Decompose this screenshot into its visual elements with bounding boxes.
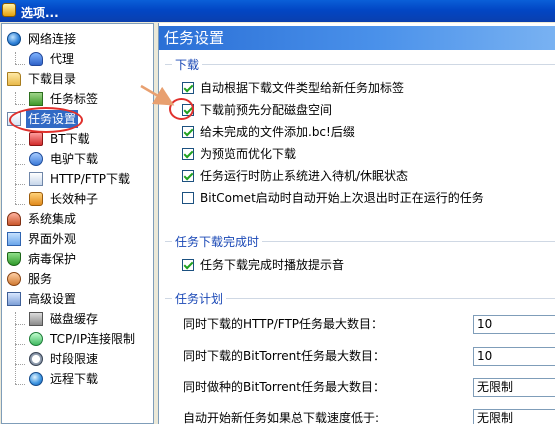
proxy-person-icon (29, 52, 43, 66)
title-bar: 选项... (0, 0, 555, 22)
emule-icon (29, 152, 43, 166)
advanced-icon (7, 292, 21, 306)
options-tree[interactable]: 网络连接 代理 下载目录 任务标签 任务设置 BT下载 电驴下载 HTTP/FT… (1, 23, 154, 424)
complete-group: 任务下载完成时 任务下载完成时播放提示音 (165, 233, 555, 282)
shield-icon (7, 252, 21, 266)
http-icon (29, 172, 43, 186)
tag-icon (29, 92, 43, 106)
app-icon (2, 3, 16, 17)
play-sound-checkbox[interactable] (182, 259, 194, 271)
remote-globe-icon (29, 372, 43, 386)
bt-seed-max-label: 同时做种的BitTorrent任务最大数目： (183, 380, 385, 394)
window-title: 选项... (21, 6, 59, 20)
resume-tasks-checkbox[interactable] (182, 192, 194, 204)
clock-icon (29, 352, 43, 366)
folder-icon (7, 72, 21, 86)
bt-download-max-input[interactable]: 10 (473, 347, 555, 366)
complete-group-title: 任务下载完成时 (172, 233, 263, 250)
annotation-circle (169, 98, 194, 120)
annotation-ellipse (9, 107, 83, 133)
schedule-group-title: 任务计划 (172, 290, 227, 307)
download-group: 下载 自动根据下载文件类型给新任务加标签 下载前预先分配磁盘空间 给未完成的文件… (165, 56, 555, 225)
download-group-title: 下载 (172, 56, 203, 73)
settings-panel: 任务设置 下载 自动根据下载文件类型给新任务加标签 下载前预先分配磁盘空间 给未… (158, 23, 555, 424)
http-ftp-max-label: 同时下载的HTTP/FTP任务最大数目： (183, 317, 384, 331)
interface-icon (7, 232, 21, 246)
preview-optimize-checkbox[interactable] (182, 148, 194, 160)
network-icon (29, 332, 43, 346)
bt-icon (29, 132, 43, 146)
prevent-standby-checkbox[interactable] (182, 170, 194, 182)
people-icon (7, 212, 21, 226)
bt-seed-max-input[interactable]: 无限制 (473, 378, 555, 397)
bc-suffix-checkbox[interactable] (182, 126, 194, 138)
schedule-group: 任务计划 同时下载的HTTP/FTP任务最大数目： 10 同时下载的BitTor… (165, 290, 555, 424)
globe-icon (7, 32, 21, 46)
auto-start-speed-label: 自动开始新任务如果总下载速度低于: (183, 411, 380, 424)
panel-header: 任务设置 (159, 26, 555, 50)
http-ftp-max-input[interactable]: 10 (473, 315, 555, 334)
bt-download-max-label: 同时下载的BitTorrent任务最大数目： (183, 349, 385, 363)
auto-start-speed-input[interactable]: 无限制 (473, 409, 555, 424)
seed-icon (29, 192, 43, 206)
panel-title: 任务设置 (164, 29, 225, 47)
service-icon (7, 272, 21, 286)
disk-icon (29, 312, 43, 326)
auto-tag-checkbox[interactable] (182, 82, 194, 94)
